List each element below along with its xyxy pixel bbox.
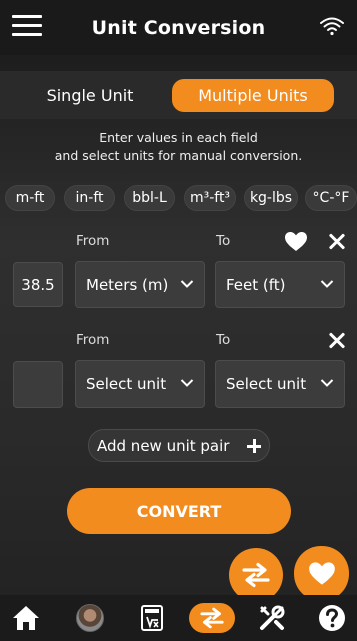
nav-tools[interactable]: [256, 603, 288, 633]
pair-1-from-label: From: [76, 233, 110, 249]
pair-1-from-select-value: Meters (m): [86, 275, 169, 294]
wifi-icon[interactable]: [320, 16, 344, 36]
pair-1-from-select[interactable]: Meters (m): [75, 261, 205, 308]
swap-units-fab[interactable]: [229, 548, 283, 602]
pair-2-to-label: To: [216, 332, 231, 348]
preset-chip-in-ft[interactable]: in-ft: [64, 185, 115, 211]
calculator-icon: [141, 605, 163, 631]
pair-1-to-select[interactable]: Feet (ft): [215, 261, 345, 308]
pair-2-from-label: From: [76, 332, 110, 348]
preset-chip-bbl-l[interactable]: bbl-L: [124, 185, 175, 211]
instructions-text: Enter values in each field and select un…: [0, 129, 357, 165]
pair-1-to-select-value: Feet (ft): [226, 275, 286, 294]
instructions-line-1: Enter values in each field: [99, 130, 258, 145]
preset-chip-kg-lbs[interactable]: kg-lbs: [244, 185, 298, 211]
swap-arrows-icon: [242, 562, 270, 588]
remove-pair-2-icon[interactable]: [328, 331, 346, 349]
pair-1-value-input[interactable]: 38.5: [13, 262, 63, 307]
remove-pair-1-icon[interactable]: [328, 232, 346, 250]
nav-convert-active: [189, 603, 235, 633]
instructions-line-2: and select units for manual conversion.: [54, 148, 303, 163]
pair-2-value-input[interactable]: [13, 361, 63, 408]
page-title: Unit Conversion: [91, 16, 266, 39]
home-icon: [13, 606, 39, 630]
pair-2-from-select-value: Select unit: [86, 375, 167, 393]
favorites-fab[interactable]: [294, 546, 349, 601]
chevron-down-icon: [320, 280, 334, 288]
nav-convert[interactable]: [187, 603, 237, 633]
preset-chips: m-ft in-ft bbl-L m³-ft³ kg-lbs °C-°F: [0, 185, 357, 211]
tools-icon: [260, 605, 285, 630]
multiple-units-tab[interactable]: Multiple Units: [172, 79, 334, 112]
pair-1-to-label: To: [216, 233, 231, 249]
nav-home[interactable]: [10, 603, 42, 633]
single-unit-tab[interactable]: Single Unit: [20, 79, 160, 112]
menu-icon[interactable]: [12, 13, 42, 37]
app-header: Unit Conversion: [0, 0, 357, 55]
add-unit-pair-button[interactable]: Add new unit pair: [88, 429, 270, 462]
avatar: [76, 604, 104, 632]
preset-chip-m-ft[interactable]: m-ft: [5, 185, 55, 211]
preset-chip-m3-ft3[interactable]: m³-ft³: [184, 185, 236, 211]
nav-profile[interactable]: [74, 603, 106, 633]
pair-2-from-select[interactable]: Select unit: [75, 360, 205, 408]
pair-2-to-select[interactable]: Select unit: [215, 360, 345, 408]
help-icon: [319, 605, 345, 631]
chevron-down-icon: [180, 379, 194, 387]
nav-help[interactable]: [316, 603, 348, 633]
add-unit-pair-label: Add new unit pair: [97, 436, 230, 455]
swap-icon: [200, 607, 224, 629]
favorite-heart-icon[interactable]: [284, 231, 308, 252]
preset-chip-c-f[interactable]: °C-°F: [305, 185, 357, 211]
mode-toggle: Single Unit Multiple Units: [0, 71, 357, 119]
chevron-down-icon: [320, 379, 334, 387]
chevron-down-icon: [180, 280, 194, 288]
bottom-navigation: [0, 595, 357, 641]
heart-icon: [308, 562, 335, 585]
plus-icon: [247, 439, 261, 453]
convert-button[interactable]: CONVERT: [67, 488, 291, 534]
nav-calculator[interactable]: [136, 603, 168, 633]
pair-2-to-select-value: Select unit: [226, 375, 307, 393]
main-content: Single Unit Multiple Units Enter values …: [0, 55, 357, 602]
